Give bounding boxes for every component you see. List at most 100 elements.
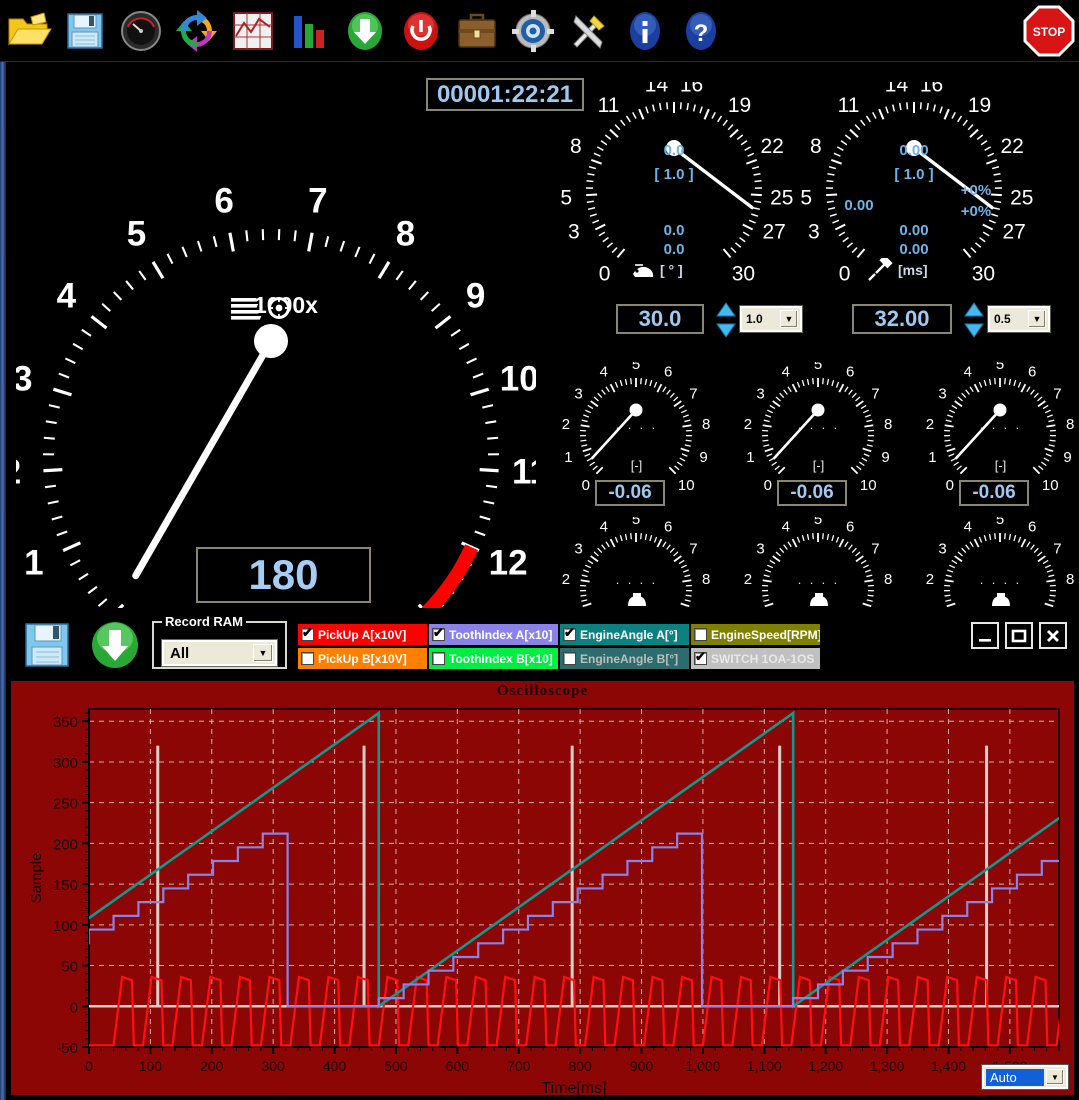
legend-label: EngineSpeed[RPM] (711, 627, 820, 642)
small-gauge-2-readout: -0.06 (777, 480, 847, 506)
svg-text:4: 4 (782, 364, 790, 381)
legend-checkbox[interactable] (432, 652, 445, 665)
wrench-screwdriver-icon[interactable] (562, 4, 616, 58)
pressure-sensor-icon (992, 593, 1010, 606)
small-gauge-3[interactable]: 0 1 2 3 4 5 6 7 8 9 10 · · · · [-] -0.06 (913, 356, 1079, 512)
legend-item[interactable]: SWITCH 1OA-1OS (691, 648, 820, 669)
save-disk-icon[interactable] (58, 4, 112, 58)
svg-text:50: 50 (61, 959, 78, 976)
tachometer-gauge[interactable]: 012345678910111213 (16, 112, 536, 612)
legend-checkbox[interactable] (694, 650, 707, 665)
svg-text:1: 1 (24, 544, 43, 583)
small-gauge-3-readout: -0.06 (959, 480, 1029, 506)
floppy-save-icon[interactable] (24, 622, 70, 673)
svg-text:250: 250 (53, 796, 78, 813)
chevron-down-icon[interactable]: ▼ (253, 644, 273, 662)
injection-step-combo[interactable]: 0.5 ▼ (987, 305, 1051, 333)
oscilloscope-plot: -50 0 50 100 150 200 250 300 350 0 100 200 300 400 500… (28, 708, 1060, 1097)
svg-text:3: 3 (756, 540, 764, 557)
svg-text:3: 3 (938, 540, 946, 557)
small-gauge-4[interactable]: 012345678910 · · · · (549, 517, 724, 607)
legend-item[interactable]: EngineSpeed[RPM] (691, 624, 820, 645)
refresh-cycle-icon[interactable] (170, 4, 224, 58)
instrument-panel: 00001:22:21 012345678910111213 (6, 62, 1079, 612)
small-gauge-6-dots: · · · · (979, 575, 1022, 590)
injector-icon (868, 258, 893, 281)
legend-checkbox[interactable] (301, 652, 314, 665)
help-question-icon[interactable]: ? (674, 4, 728, 58)
chart-grid-icon[interactable] (226, 4, 280, 58)
legend-checkbox[interactable] (301, 626, 314, 641)
small-gauge-1-unit: [-] (630, 458, 643, 473)
svg-text:19: 19 (968, 94, 991, 117)
svg-text:8: 8 (396, 214, 415, 253)
svg-text:0: 0 (70, 999, 78, 1016)
injection-center-low-1: 0.00 (899, 222, 929, 239)
legend-item[interactable]: EngineAngle B[°] (560, 648, 689, 669)
bar-chart-icon[interactable] (282, 4, 336, 58)
svg-text:1,200: 1,200 (808, 1058, 843, 1074)
chevron-down-icon[interactable]: ▼ (1028, 310, 1046, 328)
svg-text:7: 7 (871, 385, 879, 402)
svg-text:11: 11 (598, 94, 620, 117)
legend-checkbox[interactable] (563, 626, 576, 641)
svg-text:6: 6 (1028, 364, 1036, 381)
injection-spinner[interactable] (964, 302, 984, 338)
close-button[interactable] (1039, 622, 1067, 649)
svg-text:150: 150 (53, 877, 78, 894)
svg-text:200: 200 (53, 836, 78, 853)
open-folder-icon[interactable] (2, 4, 56, 58)
gauge-icon[interactable] (114, 4, 168, 58)
engine-angle-gauge[interactable]: 0 3 5 8 11 14 16 19 22 25 27 30 0.0 [ 1.0 ] 0.0 0.0… (554, 82, 803, 352)
injection-time-gauge[interactable]: 0 3 5 8 11 14 16 19 22 25 27 30 0.00 [ 1.0 ] 0.00 +… (794, 82, 1051, 352)
engine-angle-center-bracket: [ 1.0 ] (654, 166, 694, 183)
small-gauge-5-dots: · · · · (797, 575, 840, 590)
minimize-button[interactable] (971, 622, 999, 649)
svg-text:14: 14 (885, 82, 909, 96)
svg-text:1,400: 1,400 (931, 1058, 966, 1074)
legend-item[interactable]: PickUp B[x10V] (298, 648, 427, 669)
reset-circular-arrow-icon[interactable] (394, 4, 448, 58)
legend-checkbox[interactable] (432, 626, 445, 641)
stop-button[interactable]: STOP (1022, 4, 1076, 58)
svg-text:4: 4 (964, 519, 972, 536)
svg-text:10: 10 (1042, 477, 1059, 494)
application-window: ? STOP 00001:22:21 012345678910111213 (0, 0, 1079, 1100)
download-arrow-icon[interactable] (338, 4, 392, 58)
record-ram-combo[interactable]: All ▼ (161, 639, 278, 667)
legend-item[interactable]: ToothIndex B[x10] (429, 648, 558, 669)
legend-checkbox[interactable] (563, 652, 576, 665)
info-icon[interactable] (618, 4, 672, 58)
legend-item[interactable]: ToothIndex A[x10] (429, 624, 558, 645)
maximize-button[interactable] (1005, 622, 1033, 649)
svg-text:5: 5 (996, 517, 1004, 528)
chevron-down-icon[interactable]: ▼ (1046, 1069, 1064, 1085)
svg-text:0: 0 (764, 477, 772, 494)
briefcase-icon[interactable] (450, 4, 504, 58)
svg-text:7: 7 (308, 181, 327, 220)
svg-text:5: 5 (996, 362, 1004, 373)
small-gauge-2[interactable]: 0 1 2 3 4 5 6 7 8 9 10 · · · · [-] -0.06 (731, 356, 906, 512)
svg-text:500: 500 (384, 1058, 408, 1074)
svg-text:600: 600 (446, 1058, 470, 1074)
gear-settings-icon[interactable] (506, 4, 560, 58)
legend-item[interactable]: EngineAngle A[°] (560, 624, 689, 645)
green-download-icon[interactable] (90, 620, 140, 675)
small-gauge-6[interactable]: 012345678910 · · · · (913, 517, 1079, 607)
legend-checkbox[interactable] (694, 628, 707, 641)
svg-text:4: 4 (782, 519, 790, 536)
svg-text:0: 0 (599, 263, 611, 286)
small-gauge-2-unit: [-] (812, 458, 825, 473)
svg-text:900: 900 (630, 1058, 654, 1074)
small-gauge-1[interactable]: 0 1 2 3 4 5 6 7 8 9 10 · · · · [-] -0.06 (549, 356, 724, 512)
legend-item[interactable]: PickUp A[x10V] (298, 624, 427, 645)
svg-text:7: 7 (1053, 540, 1061, 557)
small-gauge-5[interactable]: 012345678910 · · · · (731, 517, 906, 607)
zoom-mode-combo[interactable]: Auto ▼ (981, 1064, 1069, 1090)
engine-angle-step-combo[interactable]: 1.0 ▼ (739, 305, 803, 333)
small-gauge-1-dots: · · · · (615, 420, 658, 435)
engine-angle-spinner[interactable] (716, 302, 736, 338)
svg-text:0: 0 (946, 477, 954, 494)
svg-text:5: 5 (632, 517, 640, 528)
svg-text:10: 10 (860, 477, 877, 494)
